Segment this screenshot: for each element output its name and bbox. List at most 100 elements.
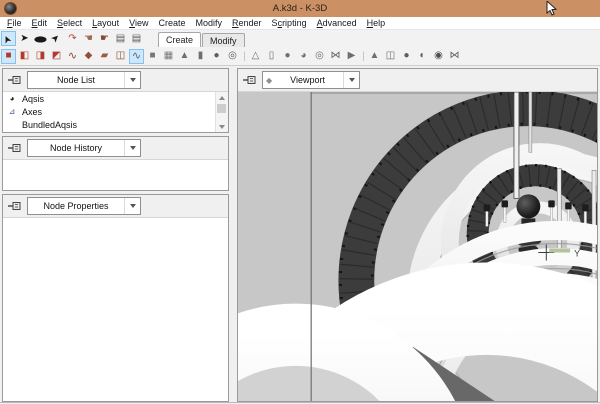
viewport-canvas[interactable]: Y: [238, 92, 597, 401]
icon-snap-tool[interactable]: ↷: [65, 31, 80, 46]
icon-poly-sphere[interactable]: ●: [209, 49, 224, 64]
menu-render[interactable]: Render: [227, 18, 267, 28]
chevron-down-icon[interactable]: [124, 140, 140, 156]
pin-icon[interactable]: [6, 73, 23, 88]
viewport-selector[interactable]: ◆ Viewport: [262, 71, 360, 89]
chevron-down-icon[interactable]: [343, 72, 359, 88]
node-history-panel: Node History: [2, 136, 229, 191]
icon-edit-split-edges[interactable]: ◧: [17, 49, 32, 64]
scroll-down-icon[interactable]: [216, 121, 228, 132]
toolbar-main: ➤ ➤ ⬤ ➤ ↷ ☚ ☛ ▤ ▤ Create Modify: [0, 30, 600, 47]
icon-nurbs-cylinder[interactable]: ▯: [264, 49, 279, 64]
icon-scale-tool[interactable]: ➤: [49, 31, 64, 46]
icon-select-tool[interactable]: ➤: [1, 31, 16, 46]
node-list-panel: Node List ◕ Aqsis ⊿ Axes BundledAqsis: [2, 68, 229, 133]
icon-edit-faces[interactable]: ◩: [49, 49, 64, 64]
viewport-header: ◆ Viewport: [238, 69, 597, 92]
node-list-item-bundledaqsis[interactable]: BundledAqsis: [3, 118, 228, 131]
pin-icon[interactable]: [6, 199, 23, 214]
scroll-up-icon[interactable]: [216, 92, 228, 103]
node-label: BundledAqsis: [22, 119, 78, 130]
chevron-down-icon[interactable]: [124, 198, 140, 214]
icon-edit-points[interactable]: ■: [1, 48, 16, 64]
icon-mirror-tool[interactable]: ◫: [113, 49, 128, 64]
menu-create[interactable]: Create: [153, 18, 190, 28]
icon-poly-torus[interactable]: ◎: [225, 49, 240, 64]
node-list-item-aqsis[interactable]: ◕ Aqsis: [3, 92, 228, 105]
icon-move-tool[interactable]: ➤: [17, 31, 32, 46]
viewport-panel: ◆ Viewport Y: [237, 68, 598, 402]
node-history-selector-label: Node History: [49, 143, 103, 153]
icon-nurbs-hemisphere[interactable]: ◕: [296, 49, 311, 64]
icon-nurbs-hyperboloid[interactable]: ⋈: [328, 49, 343, 64]
axes-icon: ⊿: [8, 107, 16, 116]
icon-poly-cone[interactable]: ▲: [177, 49, 192, 64]
menu-layout[interactable]: Layout: [87, 18, 124, 28]
menu-scripting[interactable]: Scripting: [267, 18, 312, 28]
toolbar-divider-1: |: [243, 50, 246, 62]
3d-scene: Y: [238, 92, 597, 401]
icon-quadric-sphere[interactable]: ●: [399, 49, 414, 64]
icon-quadric-hemisphere[interactable]: ◐: [415, 49, 430, 64]
title-bar: A.k3d - K-3D: [0, 0, 600, 17]
node-history-selector[interactable]: Node History: [27, 139, 141, 157]
menubar: File Edit Select Layout View Create Modify Rend…: [0, 17, 600, 30]
icon-quadric-cone[interactable]: ▲: [367, 49, 382, 64]
tab-modify[interactable]: Modify: [202, 33, 245, 47]
icon-render-frame[interactable]: ▤: [129, 31, 144, 46]
menu-view[interactable]: View: [124, 18, 153, 28]
icon-nurbs-sphere[interactable]: ●: [280, 49, 295, 64]
node-properties-selector[interactable]: Node Properties: [27, 197, 141, 215]
pin-icon[interactable]: [6, 141, 23, 156]
icon-nurbs-cone[interactable]: △: [248, 49, 263, 64]
node-history-header: Node History: [3, 137, 228, 160]
node-list-header: Node List: [3, 69, 228, 92]
node-label: Aqsis: [22, 93, 45, 104]
node-list-scrollbar[interactable]: [215, 92, 228, 132]
node-label: Axes: [22, 106, 43, 117]
menu-advanced[interactable]: Advanced: [312, 18, 362, 28]
icon-poly-cube[interactable]: ■: [145, 49, 160, 64]
menu-file[interactable]: File: [2, 18, 27, 28]
icon-quadric-hyperboloid[interactable]: ⋈: [447, 49, 462, 64]
icon-orbit-hand-tool[interactable]: ☛: [97, 31, 112, 46]
icon-rotate-tool[interactable]: ⬤: [33, 31, 48, 46]
node-properties-panel: Node Properties: [2, 194, 229, 402]
pin-icon[interactable]: [241, 73, 258, 88]
icon-poly-cylinder[interactable]: ▮: [193, 49, 208, 64]
menu-edit[interactable]: Edit: [27, 18, 53, 28]
window-title: A.k3d - K-3D: [272, 3, 328, 14]
tab-create[interactable]: Create: [158, 32, 202, 47]
icon-curve-tool[interactable]: ∿: [65, 49, 80, 64]
scroll-thumb[interactable]: [217, 104, 226, 113]
node-list-body: ◕ Aqsis ⊿ Axes BundledAqsis: [3, 92, 228, 132]
icon-sheet-tool[interactable]: ▰: [97, 49, 112, 64]
icon-plane-tool[interactable]: ◆: [81, 49, 96, 64]
icon-quadric-torus[interactable]: ◉: [431, 49, 446, 64]
node-history-body: [3, 160, 228, 190]
panel-tabstrip: Create Modify: [158, 32, 246, 47]
node-properties-header: Node Properties: [3, 195, 228, 218]
icon-quadric-disk[interactable]: ◫: [383, 49, 398, 64]
chevron-down-icon[interactable]: [124, 72, 140, 88]
aqsis-icon: ◕: [9, 94, 15, 103]
menu-help[interactable]: Help: [362, 18, 391, 28]
node-list-item-axes[interactable]: ⊿ Axes: [3, 105, 228, 118]
icon-freehand-curve[interactable]: ∿: [129, 48, 144, 64]
icon-nurbs-paraboloid[interactable]: ▶: [344, 49, 359, 64]
grid-border-line: [310, 92, 312, 401]
mouse-cursor-icon: [546, 1, 558, 16]
icon-render-preview[interactable]: ▤: [113, 31, 128, 46]
icon-nurbs-torus[interactable]: ◎: [312, 49, 327, 64]
selected-node-sphere[interactable]: [516, 194, 541, 219]
node-list-selector[interactable]: Node List: [27, 71, 141, 89]
menu-modify[interactable]: Modify: [191, 18, 228, 28]
toolbar-divider-2: |: [362, 50, 365, 62]
menu-select[interactable]: Select: [52, 18, 87, 28]
panel-splitter[interactable]: [229, 66, 237, 404]
toolbar-create: ■ ◧ ◨ ◩ ∿ ◆ ▰ ◫ ∿ ■ ▦ ▲ ▮ ● ◎ | △ ▯ ● ◕ ◎ ⋈ ▶ | ▲ ◫ ● ◐ ◉ ⋈: [0, 47, 600, 66]
icon-pan-hand-tool[interactable]: ☚: [81, 31, 96, 46]
icon-poly-grid[interactable]: ▦: [161, 49, 176, 64]
icon-edit-edges[interactable]: ◨: [33, 49, 48, 64]
viewport-selector-label: Viewport: [290, 75, 325, 85]
